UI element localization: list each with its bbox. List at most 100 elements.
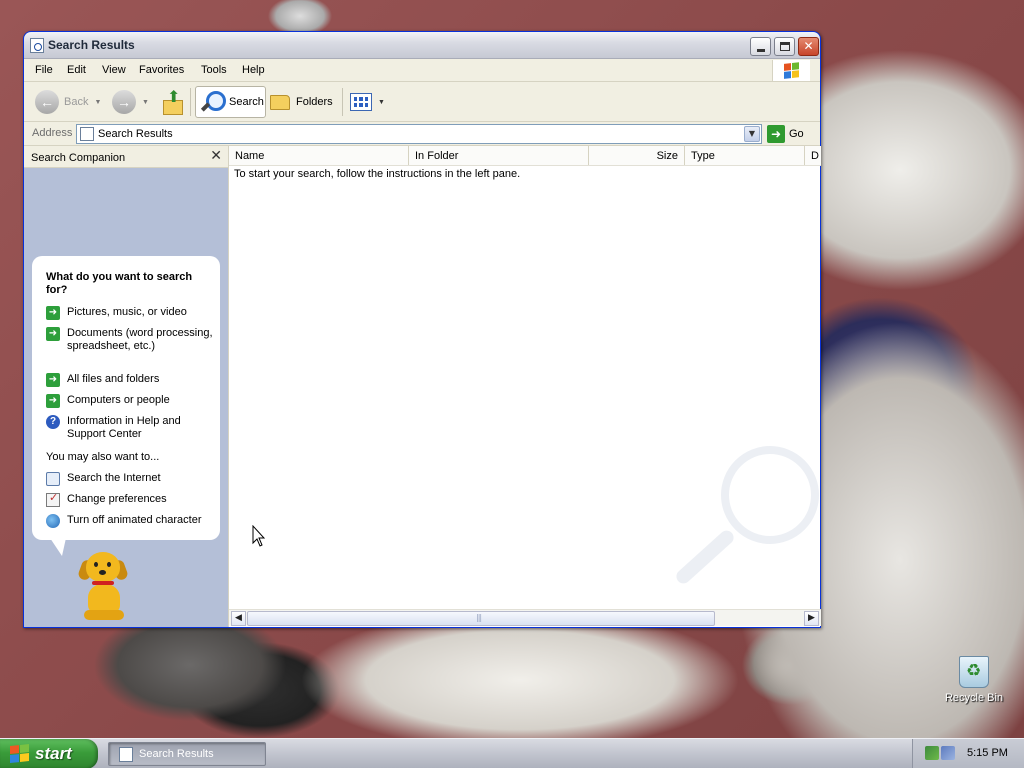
green-arrow-icon: ➜ — [46, 394, 60, 408]
column-header-size[interactable]: Size — [589, 146, 685, 165]
column-header-date[interactable]: D — [805, 146, 821, 165]
menu-tools[interactable]: Tools — [201, 64, 227, 76]
search-results-icon — [80, 127, 94, 141]
close-button[interactable]: ✕ — [798, 37, 819, 56]
option-label: Turn off animated character — [67, 514, 202, 526]
horizontal-scrollbar[interactable]: ◀ ▶ — [229, 609, 821, 626]
also-want-label: You may also want to... — [46, 451, 160, 463]
globe-icon — [46, 514, 60, 528]
start-button[interactable]: start — [0, 739, 98, 768]
search-window-icon — [30, 38, 44, 53]
animated-dog-character[interactable] — [76, 550, 132, 622]
system-tray: 5:15 PM — [912, 739, 1024, 768]
search-hint-text: To start your search, follow the instruc… — [234, 168, 521, 180]
forward-button[interactable]: → ▼ — [112, 86, 149, 118]
window-title: Search Results — [48, 38, 135, 52]
menu-file[interactable]: File — [35, 64, 53, 76]
toolbar-separator — [342, 88, 343, 116]
folders-button[interactable]: Folders — [270, 86, 333, 118]
option-label: Change preferences — [67, 493, 167, 505]
menu-help[interactable]: Help — [242, 64, 265, 76]
option-turn-off-character[interactable]: Turn off animated character — [46, 514, 216, 528]
search-window-icon — [119, 746, 133, 762]
search-icon — [199, 89, 226, 115]
connection-icon[interactable] — [941, 746, 955, 760]
recycle-bin-icon — [959, 656, 989, 688]
windows-flag-icon — [10, 744, 30, 764]
help-icon: ? — [46, 415, 60, 429]
menu-view[interactable]: View — [102, 64, 126, 76]
option-pictures-music-video[interactable]: ➜ Pictures, music, or video — [46, 306, 216, 320]
network-icon[interactable] — [925, 746, 939, 760]
address-dropdown-button[interactable]: ▼ — [744, 126, 760, 142]
up-folder-button[interactable] — [161, 86, 183, 118]
search-results-window: Search Results ✕ File Edit View Favorite… — [23, 31, 821, 628]
address-value: Search Results — [98, 128, 173, 140]
toolbar-separator — [190, 88, 191, 116]
column-header-in-folder[interactable]: In Folder — [409, 146, 589, 165]
option-label: Search the Internet — [67, 472, 161, 484]
search-question: What do you want to search for? — [46, 271, 193, 296]
recycle-bin-shortcut[interactable]: Recycle Bin — [944, 656, 1004, 704]
address-bar: Address Search Results ▼ ➜ Go — [24, 122, 820, 146]
close-pane-icon[interactable]: ✕ — [210, 148, 222, 164]
go-label: Go — [789, 128, 804, 140]
clock[interactable]: 5:15 PM — [967, 747, 1008, 759]
go-button[interactable]: ➜ Go — [767, 124, 804, 144]
green-arrow-icon: ➜ — [46, 306, 60, 320]
forward-dropdown-icon[interactable]: ▼ — [142, 99, 149, 106]
magnifier-watermark-icon — [669, 446, 819, 596]
column-header-name[interactable]: Name — [229, 146, 409, 165]
go-arrow-icon: ➜ — [767, 125, 785, 143]
menu-edit[interactable]: Edit — [67, 64, 86, 76]
option-label: Computers or people — [67, 394, 170, 406]
title-bar[interactable]: Search Results ✕ — [24, 32, 820, 59]
views-icon — [350, 93, 372, 111]
option-search-internet[interactable]: Search the Internet — [46, 472, 216, 486]
search-companion-title: Search Companion — [31, 152, 126, 164]
scroll-thumb[interactable] — [247, 611, 715, 626]
taskbar-item-label: Search Results — [139, 748, 214, 760]
menu-favorites[interactable]: Favorites — [139, 64, 184, 76]
back-dropdown-icon[interactable]: ▼ — [94, 99, 101, 106]
search-button[interactable]: Search — [195, 86, 266, 118]
search-companion-pane: Search Companion ✕ What do you want to s… — [24, 146, 228, 627]
option-change-preferences[interactable]: Change preferences — [46, 492, 216, 507]
option-help-support[interactable]: ? Information in Help and Support Center — [46, 415, 216, 441]
minimize-button[interactable] — [750, 37, 771, 56]
folders-icon — [270, 94, 290, 110]
recycle-bin-label: Recycle Bin — [944, 692, 1004, 704]
scroll-left-icon[interactable]: ◀ — [231, 611, 246, 626]
search-companion-header: Search Companion ✕ — [24, 146, 228, 168]
search-options-bubble: What do you want to search for? ➜ Pictur… — [32, 256, 220, 556]
option-documents[interactable]: ➜ Documents (word processing, spreadshee… — [46, 327, 216, 353]
views-button[interactable]: ▼ — [350, 86, 385, 118]
maximize-icon — [779, 42, 790, 51]
up-folder-icon — [161, 87, 183, 115]
column-header-row: Name In Folder Size Type D — [229, 146, 821, 166]
maximize-button[interactable] — [774, 37, 795, 56]
menu-bar: File Edit View Favorites Tools Help — [24, 59, 820, 82]
scroll-right-icon[interactable]: ▶ — [804, 611, 819, 626]
column-header-type[interactable]: Type — [685, 146, 805, 165]
option-computers-people[interactable]: ➜ Computers or people — [46, 394, 216, 408]
taskbar-item-search-results[interactable]: Search Results — [108, 742, 266, 766]
option-label: Information in Help and Support Center — [67, 415, 181, 440]
windows-flag-icon — [784, 62, 800, 79]
address-input[interactable]: Search Results ▼ — [76, 124, 762, 144]
back-button[interactable]: ← Back ▼ — [35, 86, 101, 118]
views-dropdown-icon: ▼ — [378, 98, 385, 106]
option-label: All files and folders — [67, 373, 160, 385]
green-arrow-icon: ➜ — [46, 373, 60, 387]
search-label: Search — [229, 96, 264, 108]
option-label: Documents (word processing, spreadsheet,… — [67, 327, 213, 352]
preferences-icon — [46, 492, 60, 507]
taskbar: start Search Results 5:15 PM — [0, 738, 1024, 768]
close-icon: ✕ — [803, 39, 814, 53]
green-arrow-icon: ➜ — [46, 327, 60, 341]
address-label: Address — [32, 127, 73, 139]
minimize-icon — [756, 49, 765, 52]
search-results-pane: Name In Folder Size Type D To start your… — [228, 146, 821, 627]
option-all-files[interactable]: ➜ All files and folders — [46, 373, 216, 387]
start-label: start — [35, 744, 72, 763]
